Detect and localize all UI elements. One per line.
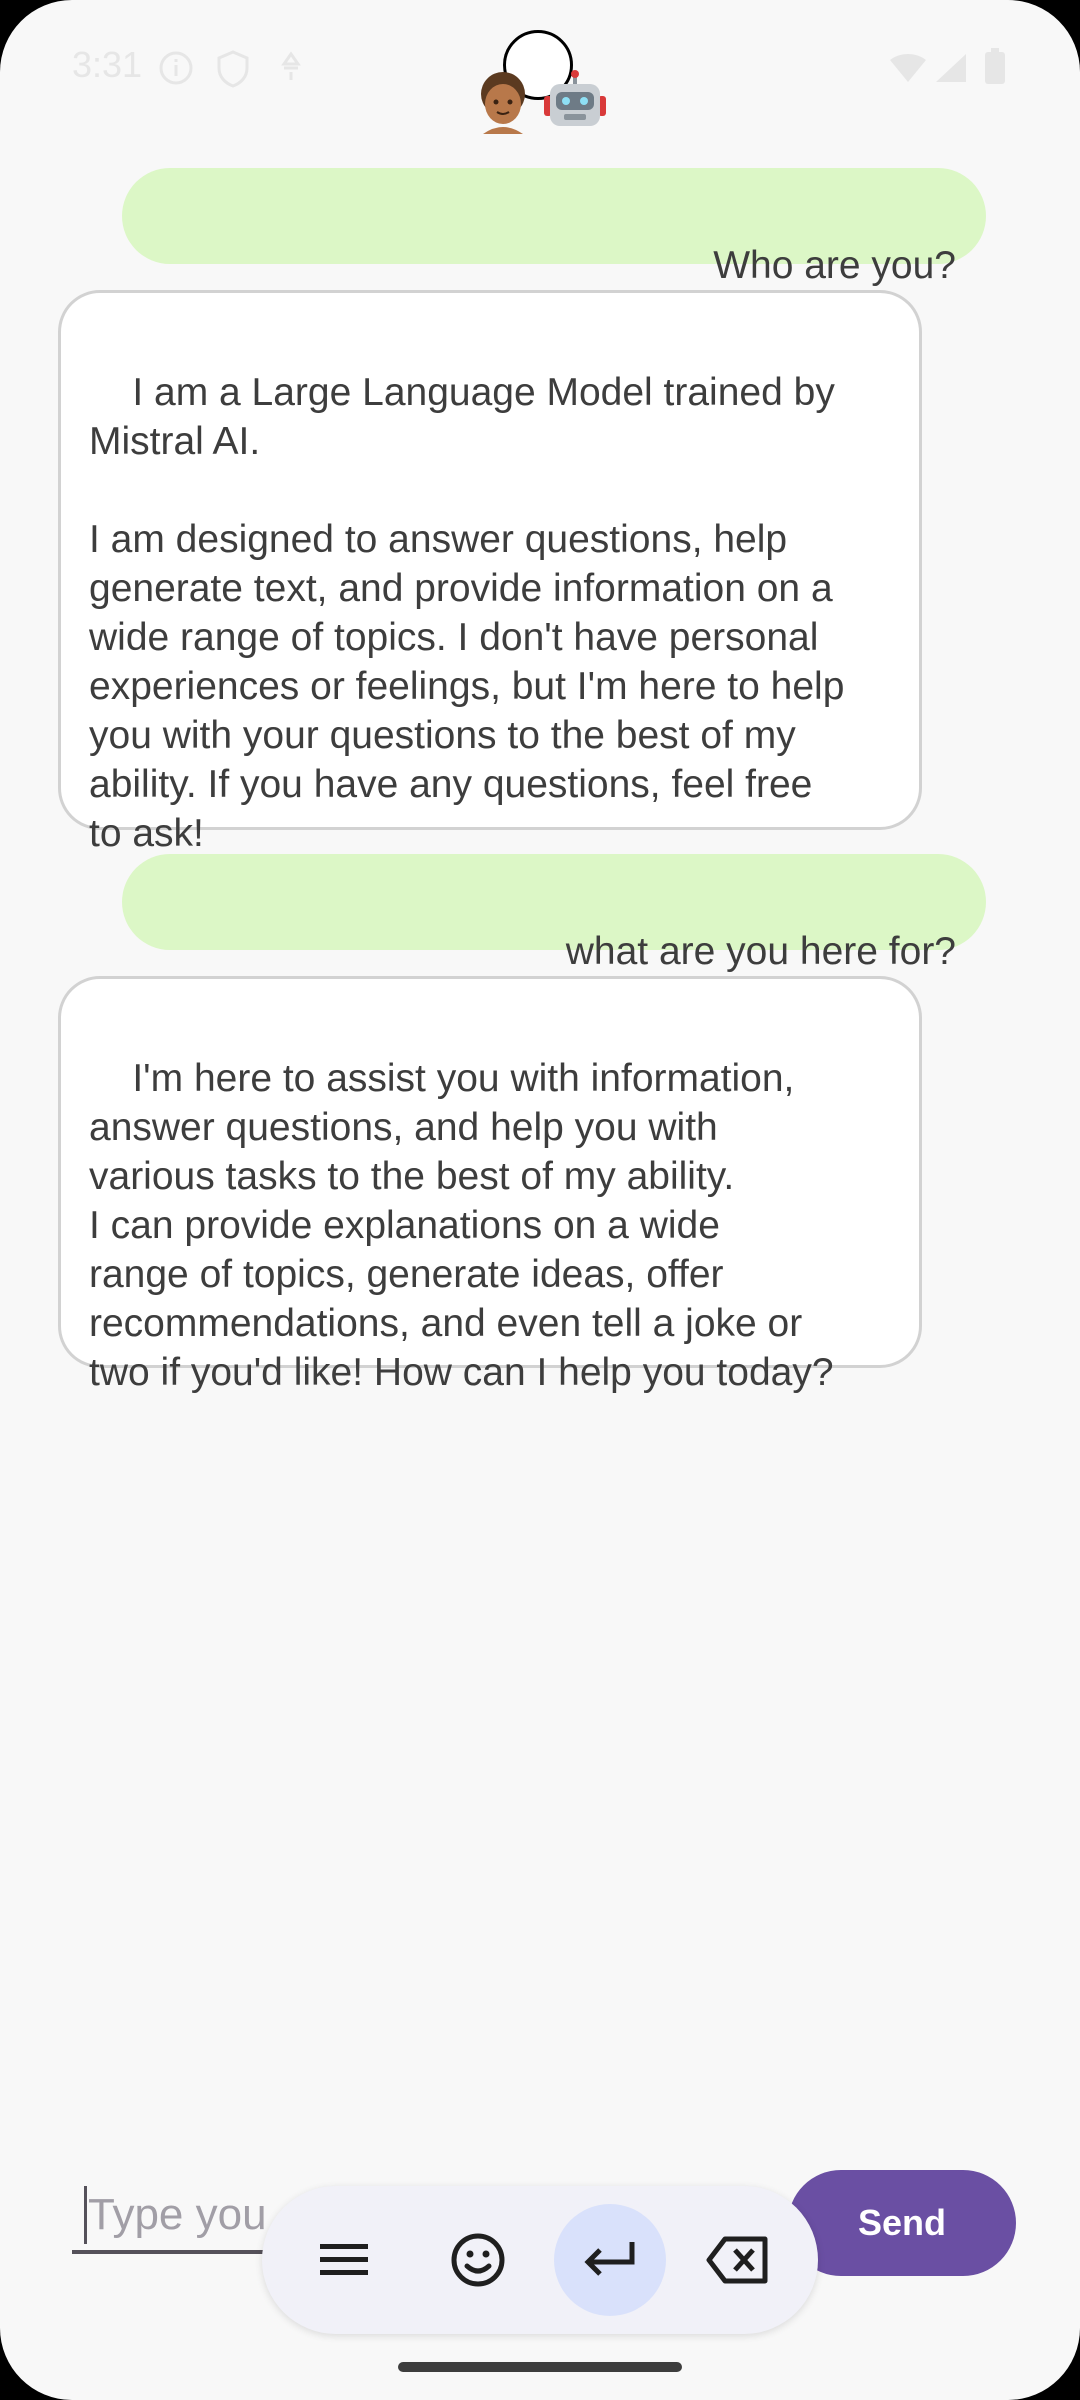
signal-icon bbox=[934, 52, 968, 89]
status-time: 3:31 bbox=[72, 44, 143, 85]
info-icon bbox=[158, 50, 194, 91]
message-input[interactable] bbox=[88, 2180, 288, 2250]
assistant-message: I am a Large Language Model trained by M… bbox=[58, 290, 922, 855]
text-cursor bbox=[84, 2186, 87, 2244]
assistant-message: I'm here to assist you with information,… bbox=[58, 976, 922, 1394]
enter-icon bbox=[584, 2242, 635, 2276]
enter-button[interactable] bbox=[554, 2204, 666, 2316]
user-message: Who are you? bbox=[122, 168, 986, 287]
input-underline bbox=[72, 2250, 292, 2254]
message-text: I'm here to assist you with information,… bbox=[89, 1057, 834, 1394]
emoji-icon bbox=[451, 2233, 505, 2287]
message-text: what are you here for? bbox=[565, 930, 956, 973]
backspace-button[interactable] bbox=[682, 2204, 794, 2316]
menu-icon bbox=[320, 2244, 368, 2275]
menu-button[interactable] bbox=[288, 2204, 400, 2316]
robot-avatar-icon bbox=[540, 70, 610, 134]
message-input-container[interactable] bbox=[72, 2180, 292, 2254]
backspace-icon bbox=[706, 2236, 768, 2284]
shield-icon bbox=[216, 50, 250, 93]
battery-icon bbox=[984, 48, 1006, 91]
message-text: I am a Large Language Model trained by M… bbox=[89, 371, 845, 855]
keyboard-toolbar bbox=[262, 2186, 818, 2334]
emoji-button[interactable] bbox=[422, 2204, 534, 2316]
wifi-icon bbox=[888, 52, 928, 89]
message-text: Who are you? bbox=[713, 244, 956, 287]
app-screen: 3:31 Who are you? I am a Large Language … bbox=[0, 0, 1080, 2400]
user-message: what are you here for? bbox=[122, 854, 986, 973]
notification-icon bbox=[278, 50, 304, 89]
send-button[interactable]: Send bbox=[788, 2170, 1016, 2276]
home-indicator[interactable] bbox=[398, 2362, 682, 2372]
